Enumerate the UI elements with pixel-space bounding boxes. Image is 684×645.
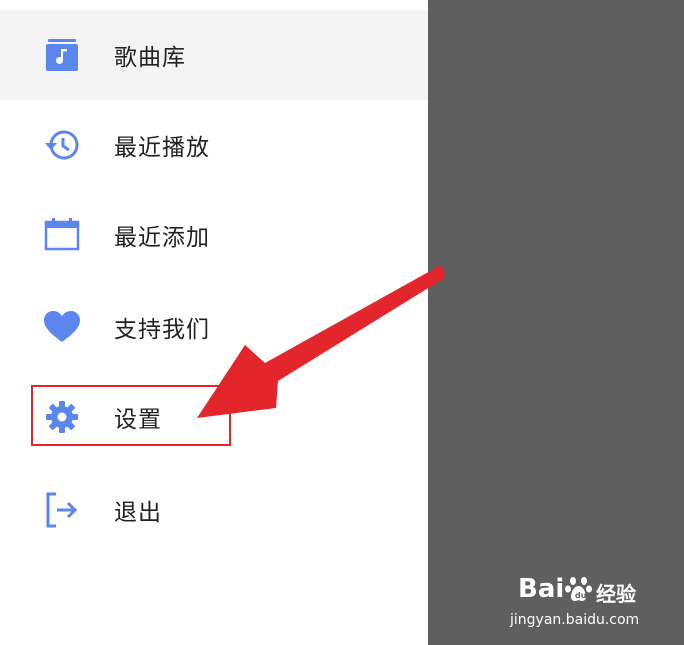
menu-label-recent-played: 最近播放 xyxy=(114,135,210,161)
music-library-icon xyxy=(42,35,82,75)
watermark-logo-suffix: 经验 xyxy=(596,582,636,606)
menu-label-recent-added: 最近添加 xyxy=(114,225,210,251)
menu-label-library: 歌曲库 xyxy=(114,45,186,71)
menu-item-recent-played[interactable]: 最近播放 xyxy=(0,100,428,190)
menu-item-support[interactable]: 支持我们 xyxy=(0,282,428,372)
logout-icon xyxy=(42,490,82,530)
menu-item-library[interactable]: 歌曲库 xyxy=(0,10,428,100)
svg-text:du: du xyxy=(575,591,587,600)
calendar-icon xyxy=(42,215,82,255)
watermark-url: jingyan.baidu.com xyxy=(510,612,640,628)
heart-icon xyxy=(42,307,82,347)
menu-item-recent-added[interactable]: 最近添加 xyxy=(0,190,428,280)
menu-label-logout: 退出 xyxy=(114,500,162,526)
menu-item-logout[interactable]: 退出 xyxy=(0,465,428,555)
history-icon xyxy=(42,125,82,165)
menu-label-support: 支持我们 xyxy=(114,317,210,343)
baidu-watermark: Bai du 经验 jingyan.baidu.com xyxy=(510,574,648,634)
paw-icon: du xyxy=(564,574,594,604)
annotation-highlight-box xyxy=(31,385,231,446)
watermark-logo: Bai xyxy=(518,574,565,604)
drawer-top-strip xyxy=(0,0,428,10)
navigation-drawer: 歌曲库 最近播放 最近添加 支持我们 设置 退出 xyxy=(0,0,428,645)
